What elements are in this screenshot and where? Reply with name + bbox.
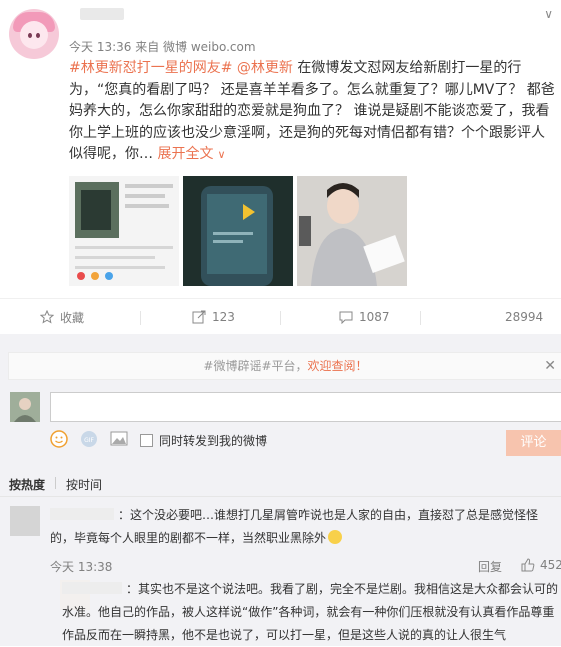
comment-button[interactable]: 1087 bbox=[339, 299, 390, 335]
thumbnail-portrait[interactable] bbox=[297, 176, 407, 286]
comment-count: 1087 bbox=[359, 310, 390, 324]
image-icon[interactable] bbox=[110, 431, 128, 450]
notice-link[interactable]: 欢迎查阅！ bbox=[308, 359, 368, 373]
post-meta: 今天 13:36 来自 微博 weibo.com bbox=[69, 40, 256, 54]
thumbnail-portrait-art bbox=[297, 176, 407, 286]
mention-link[interactable]: @林更新 bbox=[237, 60, 293, 76]
topic-link[interactable]: #林更新怼打一星的网友# bbox=[69, 60, 232, 76]
commenter-avatar[interactable] bbox=[10, 506, 40, 536]
expand-link[interactable]: 展开全文 bbox=[153, 146, 213, 162]
comment-like-button[interactable]: 452 bbox=[521, 558, 561, 572]
post-action-bar: 收藏 123 1087 28994 bbox=[0, 298, 561, 336]
rumor-notice: #微博辟谣#平台，欢迎查阅！ ✕ bbox=[8, 352, 561, 380]
favorite-label: 收藏 bbox=[60, 310, 85, 325]
comment-tools: GIF 同时转发到我的微博 bbox=[50, 429, 268, 451]
comment-input[interactable] bbox=[50, 392, 561, 422]
submit-comment-button[interactable]: 评论 bbox=[506, 430, 561, 456]
avatar-eye bbox=[28, 33, 32, 38]
like-button[interactable]: 28994 bbox=[505, 299, 543, 335]
thumbs-up-icon bbox=[521, 558, 535, 572]
comment-text: ：其实也不是这个说法吧。我看了剧，完全不是烂剧。我相信这是大众都会认可的水准。他… bbox=[62, 578, 558, 647]
comment-time: 今天 13:38 bbox=[50, 560, 113, 574]
laugh-emoji-icon bbox=[328, 530, 343, 544]
close-icon[interactable]: ✕ bbox=[544, 353, 556, 379]
emoji-icon[interactable] bbox=[50, 429, 68, 451]
comment-body: ：其实也不是这个说法吧。我看了剧，完全不是烂剧。我相信这是大众都会认可的水准。他… bbox=[62, 582, 559, 642]
gif-icon-svg: GIF bbox=[81, 430, 97, 447]
gif-icon[interactable]: GIF bbox=[80, 430, 98, 451]
thumbnail-phone[interactable] bbox=[183, 176, 293, 286]
star-icon bbox=[40, 310, 54, 324]
avatar-face bbox=[20, 21, 48, 49]
avatar-eye bbox=[36, 33, 40, 38]
chevron-down-icon[interactable]: ∨ bbox=[217, 148, 225, 161]
notice-text: #微博辟谣#平台， bbox=[203, 359, 308, 373]
thumbnail-screenshot-art bbox=[69, 176, 179, 286]
forward-checkbox[interactable] bbox=[140, 433, 153, 447]
weibo-post: ∨ 今天 13:36 来自 微博 weibo.com #林更新怼打一星的网友# … bbox=[0, 0, 561, 298]
comment-sort-bar: 按热度 按时间 bbox=[0, 468, 561, 497]
comment-body: ：这个没必要吧…谁想打几星屑管咋说也是人家的自由，直接怼了总是感觉怪怪的，毕竟每… bbox=[50, 508, 539, 545]
svg-text:GIF: GIF bbox=[84, 437, 94, 444]
reply-button[interactable]: 回复 bbox=[478, 558, 502, 575]
like-count: 28994 bbox=[505, 310, 544, 324]
sort-by-hot[interactable]: 按热度 bbox=[9, 476, 45, 493]
divider bbox=[140, 311, 141, 325]
my-avatar-art bbox=[10, 392, 40, 422]
forward-option-label: 同时转发到我的微博 bbox=[159, 433, 268, 448]
divider bbox=[420, 311, 421, 325]
post-menu-chevron-icon[interactable]: ∨ bbox=[544, 7, 553, 21]
author-name-blurred[interactable] bbox=[80, 8, 124, 20]
author-avatar[interactable] bbox=[9, 9, 59, 59]
emoji-icon-svg bbox=[50, 429, 68, 448]
post-body: #林更新怼打一星的网友# @林更新 在微博发文怼网友给新剧打一星的行为，“您真的… bbox=[69, 58, 557, 166]
forward-count: 123 bbox=[212, 310, 235, 324]
thumbnail-screenshot[interactable] bbox=[69, 176, 179, 286]
image-icon-svg bbox=[110, 431, 128, 445]
forward-button[interactable]: 123 bbox=[192, 299, 235, 335]
comment-panel: #微博辟谣#平台，欢迎查阅！ ✕ GIF 同时转发到我的微博 评论 按热度 按时… bbox=[0, 334, 561, 646]
forward-icon bbox=[192, 310, 206, 324]
comment-text: ：这个没必要吧…谁想打几星屑管咋说也是人家的自由，直接怼了总是感觉怪怪的，毕竟每… bbox=[50, 504, 558, 550]
thumbnail-phone-art bbox=[183, 176, 293, 286]
sort-by-time[interactable]: 按时间 bbox=[66, 476, 102, 493]
comment-like-count: 452 bbox=[540, 558, 561, 572]
divider bbox=[280, 311, 281, 325]
divider bbox=[55, 477, 56, 489]
comment-icon bbox=[339, 311, 353, 324]
my-avatar[interactable] bbox=[10, 392, 40, 422]
favorite-button[interactable]: 收藏 bbox=[40, 299, 84, 335]
